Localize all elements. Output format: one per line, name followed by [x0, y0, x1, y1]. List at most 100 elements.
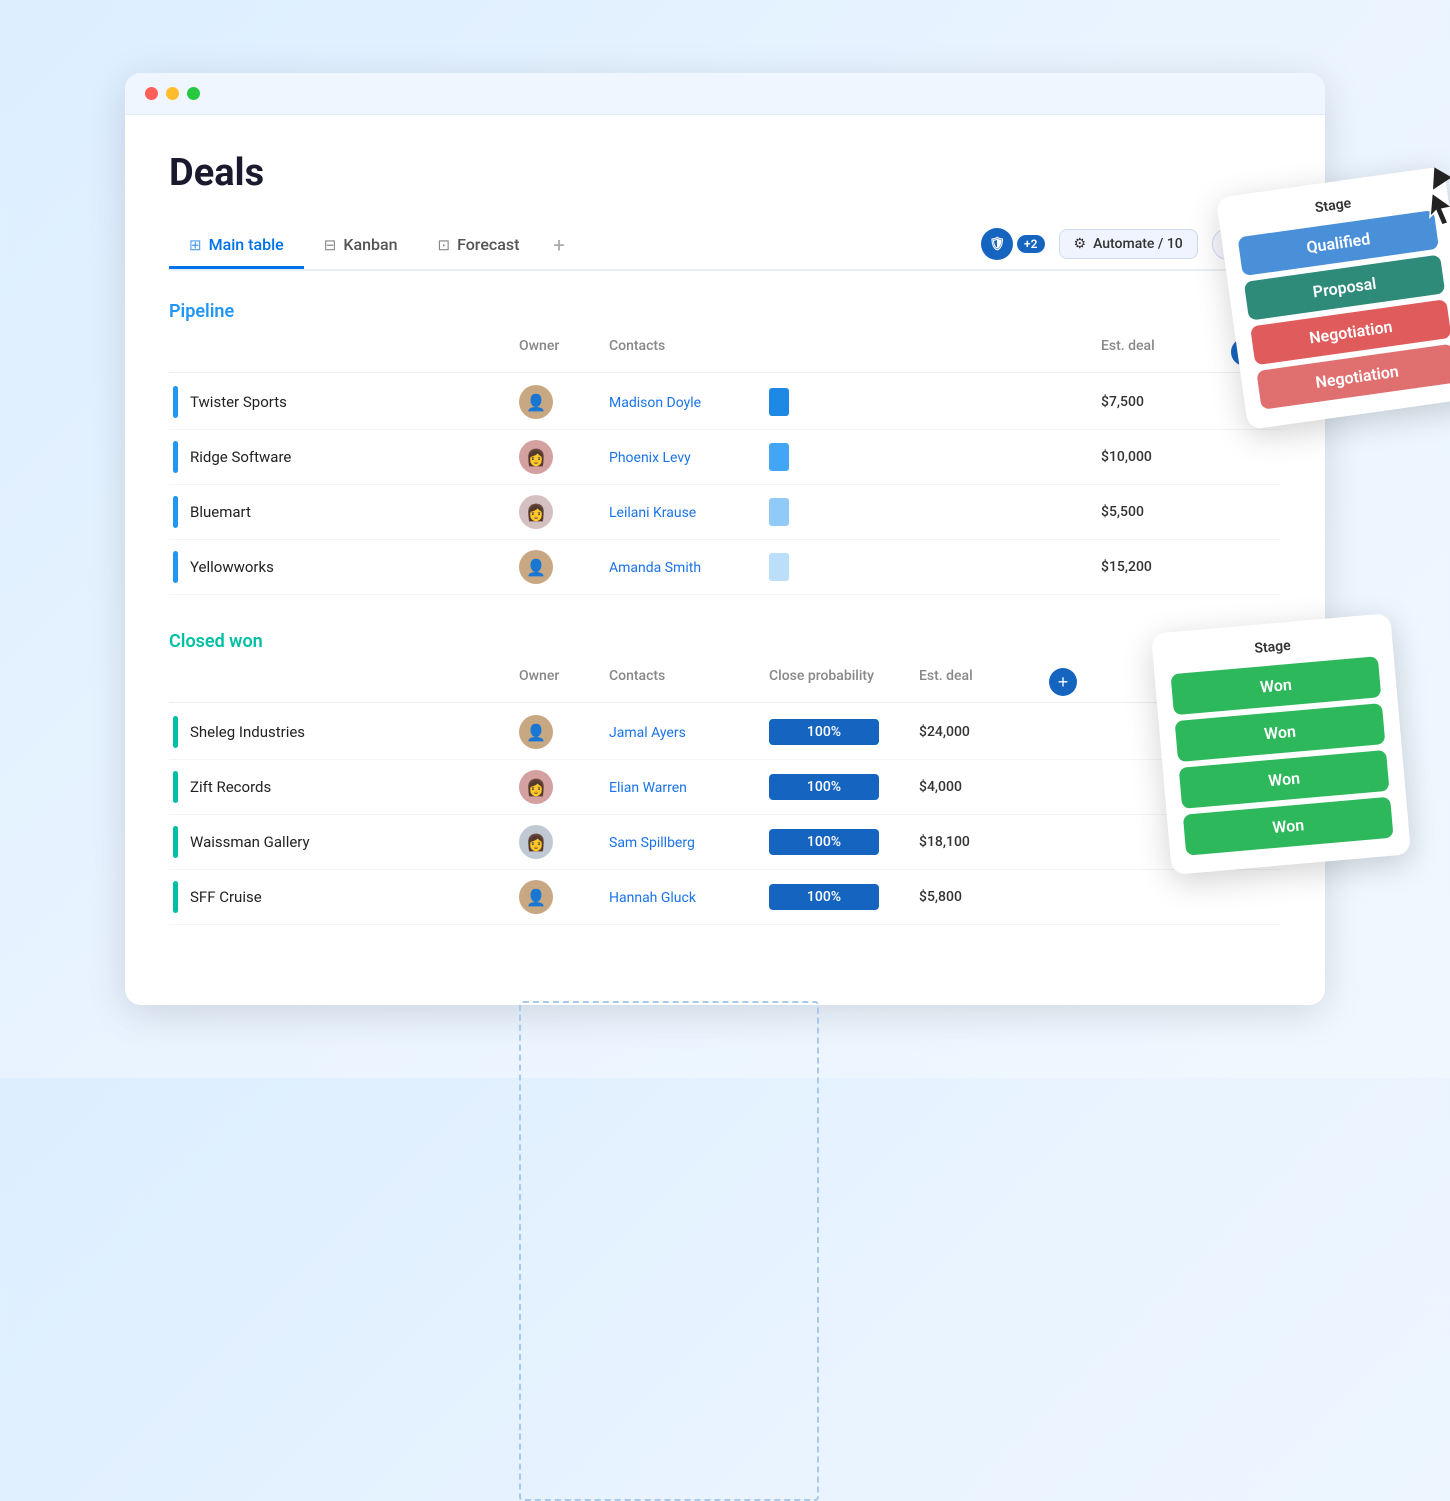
selection-overlay — [519, 1001, 819, 1501]
browser-dot-red — [145, 87, 158, 100]
deal-name-twister: Twister Sports — [169, 386, 519, 418]
probability-bar: 100% — [769, 829, 879, 855]
deal-name-bluemart: Bluemart — [169, 496, 519, 528]
owner-twister: 👤 — [519, 385, 609, 419]
deal-name-sheleg: Sheleg Industries — [169, 716, 519, 748]
pipeline-section-title: Pipeline — [169, 301, 1281, 322]
plus-badge: +2 — [1017, 235, 1044, 253]
owner-bluemart: 👩 — [519, 495, 609, 529]
tabs-bar: ⊞ Main table ⊟ Kanban ⊡ Forecast + 🛡 +2 … — [169, 223, 1281, 271]
owner-sheleg: 👤 — [519, 715, 609, 749]
stage-bluemart — [769, 498, 1101, 526]
avatar-group: 🛡 +2 — [981, 228, 1044, 260]
forecast-icon: ⊡ — [438, 236, 451, 254]
deal-bar — [173, 716, 178, 748]
deal-name-yellowworks: Yellowworks — [169, 551, 519, 583]
tab-main-table[interactable]: ⊞ Main table — [169, 225, 304, 269]
tab-kanban[interactable]: ⊟ Kanban — [304, 225, 418, 269]
closed-won-section-title: Closed won — [169, 631, 1281, 652]
est-deal-twister: $7,500 — [1101, 394, 1231, 410]
col-name-pipeline — [169, 338, 519, 366]
est-deal-yellowworks: $15,200 — [1101, 559, 1231, 575]
col-est-deal-won: Est. deal — [919, 668, 1049, 696]
stage-dropdown-top: Stage Qualified Proposal Negotiation Neg… — [1216, 166, 1450, 430]
est-deal-sff: $5,800 — [919, 889, 1049, 905]
stage-ridge — [769, 443, 1101, 471]
add-column-won-button[interactable]: + — [1049, 668, 1077, 696]
pipeline-header: Owner Contacts Est. deal + — [169, 332, 1281, 373]
table-row: Ridge Software 👩 Phoenix Levy $10,000 — [169, 430, 1281, 485]
contact-zift[interactable]: Elian Warren — [609, 778, 769, 796]
deal-name-zift: Zift Records — [169, 771, 519, 803]
deal-bar — [173, 441, 178, 473]
probability-bar: 100% — [769, 774, 879, 800]
browser-dot-green — [187, 87, 200, 100]
browser-dot-yellow — [166, 87, 179, 100]
owner-yellowworks: 👤 — [519, 550, 609, 584]
avatar: 👩 — [519, 770, 553, 804]
automate-icon: ⚙ — [1074, 236, 1087, 252]
col-owner-won: Owner — [519, 668, 609, 696]
automate-button[interactable]: ⚙ Automate / 10 — [1059, 229, 1198, 259]
deal-bar — [173, 771, 178, 803]
avatar: 👤 — [519, 715, 553, 749]
est-deal-zift: $4,000 — [919, 779, 1049, 795]
avatar: 👤 — [519, 385, 553, 419]
owner-waissman: 👩 — [519, 825, 609, 859]
avatar: 👩 — [519, 825, 553, 859]
prob-waissman: 100% — [769, 829, 919, 855]
closed-won-table: Closed won Owner Contacts Close probabil… — [169, 631, 1281, 925]
contact-ridge[interactable]: Phoenix Levy — [609, 448, 769, 466]
avatar: 👩 — [519, 495, 553, 529]
contact-twister[interactable]: Madison Doyle — [609, 393, 769, 411]
stage-bar — [769, 443, 789, 471]
owner-zift: 👩 — [519, 770, 609, 804]
est-deal-ridge: $10,000 — [1101, 449, 1231, 465]
deal-name-sff: SFF Cruise — [169, 881, 519, 913]
prob-sheleg: 100% — [769, 719, 919, 745]
table-row: Bluemart 👩 Leilani Krause $5,500 — [169, 485, 1281, 540]
col-owner-pipeline: Owner — [519, 338, 609, 366]
tab-add-button[interactable]: + — [539, 223, 578, 269]
probability-bar: 100% — [769, 719, 879, 745]
stage-dropdown-bottom: Stage Won Won Won Won — [1151, 613, 1411, 875]
deal-bar — [173, 881, 178, 913]
contact-bluemart[interactable]: Leilani Krause — [609, 503, 769, 521]
browser-window: Deals ⊞ Main table ⊟ Kanban ⊡ Forecast +… — [125, 73, 1325, 1005]
est-deal-sheleg: $24,000 — [919, 724, 1049, 740]
table-row: SFF Cruise 👤 Hannah Gluck 100% $5,800 — [169, 870, 1281, 925]
est-deal-waissman: $18,100 — [919, 834, 1049, 850]
main-table-icon: ⊞ — [189, 236, 202, 254]
table-row: Yellowworks 👤 Amanda Smith $15,200 — [169, 540, 1281, 595]
deal-bar — [173, 496, 178, 528]
stage-yellowworks — [769, 553, 1101, 581]
table-row: Sheleg Industries 👤 Jamal Ayers 100% $24… — [169, 705, 1281, 760]
deal-bar — [173, 551, 178, 583]
col-name-won — [169, 668, 519, 696]
avatar: 👩 — [519, 440, 553, 474]
page-title: Deals — [169, 151, 1281, 195]
contact-sheleg[interactable]: Jamal Ayers — [609, 723, 769, 741]
owner-sff: 👤 — [519, 880, 609, 914]
deal-name-waissman: Waissman Gallery — [169, 826, 519, 858]
stage-twister — [769, 388, 1101, 416]
avatar: 👤 — [519, 550, 553, 584]
est-deal-bluemart: $5,500 — [1101, 504, 1231, 520]
cursor — [1428, 171, 1450, 234]
contact-yellowworks[interactable]: Amanda Smith — [609, 558, 769, 576]
table-row: Zift Records 👩 Elian Warren 100% $4,000 — [169, 760, 1281, 815]
stage-bar — [769, 388, 789, 416]
col-contacts-pipeline: Contacts — [609, 338, 769, 366]
col-est-deal-pipeline: Est. deal — [1101, 338, 1231, 366]
deal-bar — [173, 826, 178, 858]
contact-sff[interactable]: Hannah Gluck — [609, 888, 769, 906]
deal-name-ridge: Ridge Software — [169, 441, 519, 473]
tab-forecast[interactable]: ⊡ Forecast — [418, 225, 540, 269]
col-add-won: + — [1049, 668, 1099, 696]
contact-waissman[interactable]: Sam Spillberg — [609, 833, 769, 851]
avatar-badge: 🛡 — [981, 228, 1013, 260]
prob-sff: 100% — [769, 884, 919, 910]
stage-bar — [769, 553, 789, 581]
col-contacts-won: Contacts — [609, 668, 769, 696]
owner-ridge: 👩 — [519, 440, 609, 474]
